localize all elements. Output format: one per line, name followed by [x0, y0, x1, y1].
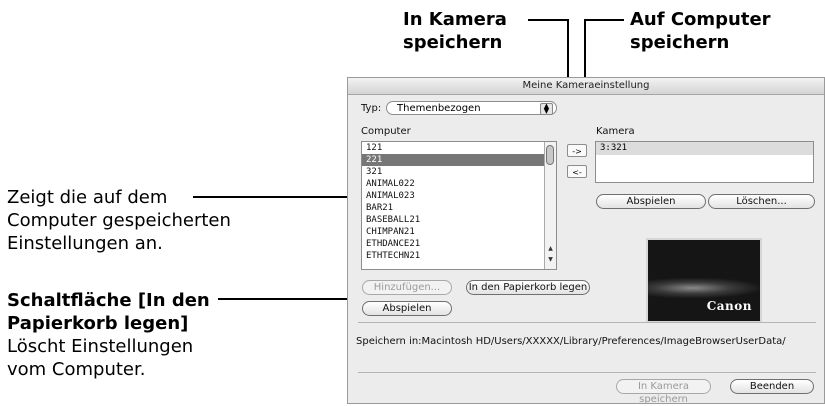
- separator-top: [358, 322, 816, 323]
- type-label: Typ:: [361, 103, 382, 114]
- trash-button[interactable]: In den Papierkorb legen: [466, 280, 590, 295]
- to-camera-button[interactable]: ->: [567, 144, 587, 157]
- scroll-thumb[interactable]: [546, 145, 554, 165]
- separator-bottom: [358, 372, 816, 373]
- callout-papierkorb: Schaltfläche [In den Papierkorb legen] L…: [7, 290, 210, 380]
- scroll-up-arrow-icon[interactable]: ▲: [545, 245, 556, 253]
- canon-logo: Canon: [706, 299, 752, 313]
- preview-image: Canon: [646, 238, 762, 323]
- popup-arrows-icon: ▲ ▼: [540, 103, 553, 115]
- computer-list-item[interactable]: 121: [362, 142, 556, 154]
- leader-line-zeigt: [193, 196, 362, 198]
- type-popup-value: Themenbezogen: [397, 103, 481, 114]
- leader-line-in-kamera-h: [528, 19, 568, 21]
- computer-label: Computer: [361, 126, 411, 137]
- callout-in-kamera: In Kamera speichern: [403, 9, 507, 53]
- preview-horizon: [648, 278, 760, 298]
- computer-list-item[interactable]: ETHDANCE21: [362, 238, 556, 250]
- window-title: Meine Kameraeinstellung: [348, 78, 824, 95]
- computer-list-item[interactable]: BAR21: [362, 202, 556, 214]
- save-path: Speichern in:Macintosh HD/Users/XXXXX/Li…: [356, 336, 786, 347]
- quit-button[interactable]: Beenden: [730, 379, 814, 394]
- add-button[interactable]: Hinzufügen...: [362, 280, 452, 295]
- camera-list[interactable]: 3:321: [595, 141, 814, 183]
- computer-list-item[interactable]: 321: [362, 166, 556, 178]
- computer-list-item[interactable]: BASEBALL21: [362, 214, 556, 226]
- play-left-button[interactable]: Abspielen: [362, 301, 452, 316]
- scroll-down-arrow-icon[interactable]: ▼: [545, 256, 556, 264]
- computer-list-scrollbar[interactable]: ▲ ▼: [544, 142, 556, 269]
- camera-list-item[interactable]: 3:321: [596, 142, 813, 155]
- settings-window: Meine Kameraeinstellung Typ: Themenbezog…: [347, 77, 825, 405]
- camera-label: Kamera: [596, 126, 635, 137]
- delete-button[interactable]: Löschen...: [708, 194, 815, 209]
- callout-auf-computer: Auf Computer speichern: [630, 9, 771, 53]
- type-popup[interactable]: Themenbezogen ▲ ▼: [386, 101, 557, 115]
- computer-list-item[interactable]: ANIMAL023: [362, 190, 556, 202]
- computer-list-item[interactable]: 221: [362, 154, 556, 166]
- save-to-camera-button[interactable]: In Kamera speichern: [616, 379, 711, 405]
- leader-line-auf-computer-h: [584, 19, 624, 21]
- computer-list[interactable]: 121 221 321 ANIMAL022 ANIMAL023 BAR21 BASEBALL…: [361, 141, 557, 270]
- to-computer-button[interactable]: <-: [567, 165, 587, 178]
- computer-list-item[interactable]: CHIMPAN21: [362, 226, 556, 238]
- computer-list-item[interactable]: ETHTECHN21: [362, 250, 556, 262]
- computer-list-item[interactable]: ANIMAL022: [362, 178, 556, 190]
- play-right-button[interactable]: Abspielen: [596, 194, 706, 209]
